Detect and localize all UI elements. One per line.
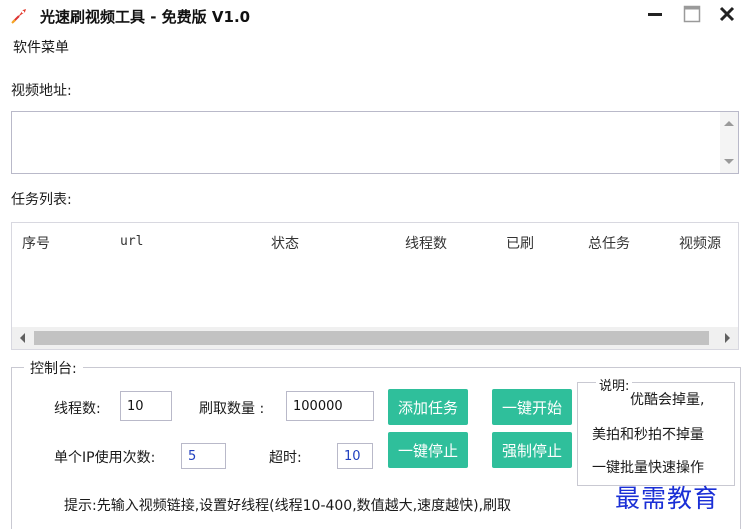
video-url-label: 视频地址: [11, 83, 72, 99]
column-header-source[interactable]: 视频源 [679, 233, 721, 253]
count-input[interactable] [286, 391, 374, 421]
scroll-right-icon[interactable] [725, 333, 730, 343]
column-header-threads[interactable]: 线程数 [405, 233, 447, 253]
scroll-down-icon[interactable] [724, 159, 734, 164]
column-header-index[interactable]: 序号 [22, 233, 50, 253]
video-url-input[interactable] [12, 112, 720, 173]
maximize-icon [683, 5, 701, 27]
console-title: 控制台: [24, 358, 83, 378]
window-title: 光速刷视频工具 - 免费版 V1.0 [40, 8, 251, 26]
rocket-icon [10, 7, 28, 25]
scroll-thumb[interactable] [34, 331, 709, 345]
notes-line-3: 一键批量快速操作 [592, 460, 704, 476]
notes-line-2: 美拍和秒拍不掉量 [592, 427, 704, 443]
close-icon [719, 6, 735, 26]
threads-label: 线程数: [54, 401, 101, 417]
ip-usage-label: 单个IP使用次数: [54, 450, 156, 466]
url-scrollbar[interactable] [720, 112, 738, 173]
menu-item-software[interactable]: 软件菜单 [13, 37, 69, 57]
count-label: 刷取数量 : [199, 401, 265, 417]
scroll-left-icon[interactable] [20, 333, 25, 343]
column-header-url[interactable]: url [120, 234, 143, 249]
notes-line-1: 优酷会掉量, [630, 392, 705, 408]
maximize-button[interactable] [679, 4, 705, 28]
minimize-button[interactable] [642, 4, 668, 28]
add-task-button[interactable]: 添加任务 [388, 389, 468, 425]
notes-title: 说明: [596, 375, 633, 394]
minimize-icon [647, 6, 663, 26]
start-all-button[interactable]: 一键开始 [492, 389, 572, 425]
close-button[interactable] [714, 4, 740, 28]
stop-all-button[interactable]: 一键停止 [388, 432, 468, 468]
task-list-label: 任务列表: [11, 192, 72, 208]
watermark: 最需教育 [615, 484, 720, 513]
timeout-input[interactable] [337, 443, 373, 469]
task-table: 序号 url 状态 线程数 已刷 总任务 视频源 [11, 222, 739, 350]
tip-text: 提示:先输入视频链接,设置好线程(线程10-400,数值越大,速度越快),刷取 [64, 498, 512, 514]
table-horizontal-scrollbar[interactable] [12, 327, 738, 349]
timeout-label: 超时: [269, 450, 302, 466]
column-header-done[interactable]: 已刷 [506, 233, 534, 253]
scroll-up-icon[interactable] [724, 121, 734, 126]
video-url-box [11, 111, 739, 174]
ip-usage-input[interactable] [181, 443, 226, 469]
column-header-total[interactable]: 总任务 [588, 233, 630, 253]
column-header-status[interactable]: 状态 [271, 233, 299, 253]
title-bar: 光速刷视频工具 - 免费版 V1.0 [0, 0, 742, 32]
threads-input[interactable] [120, 391, 172, 421]
force-stop-button[interactable]: 强制停止 [492, 432, 572, 468]
